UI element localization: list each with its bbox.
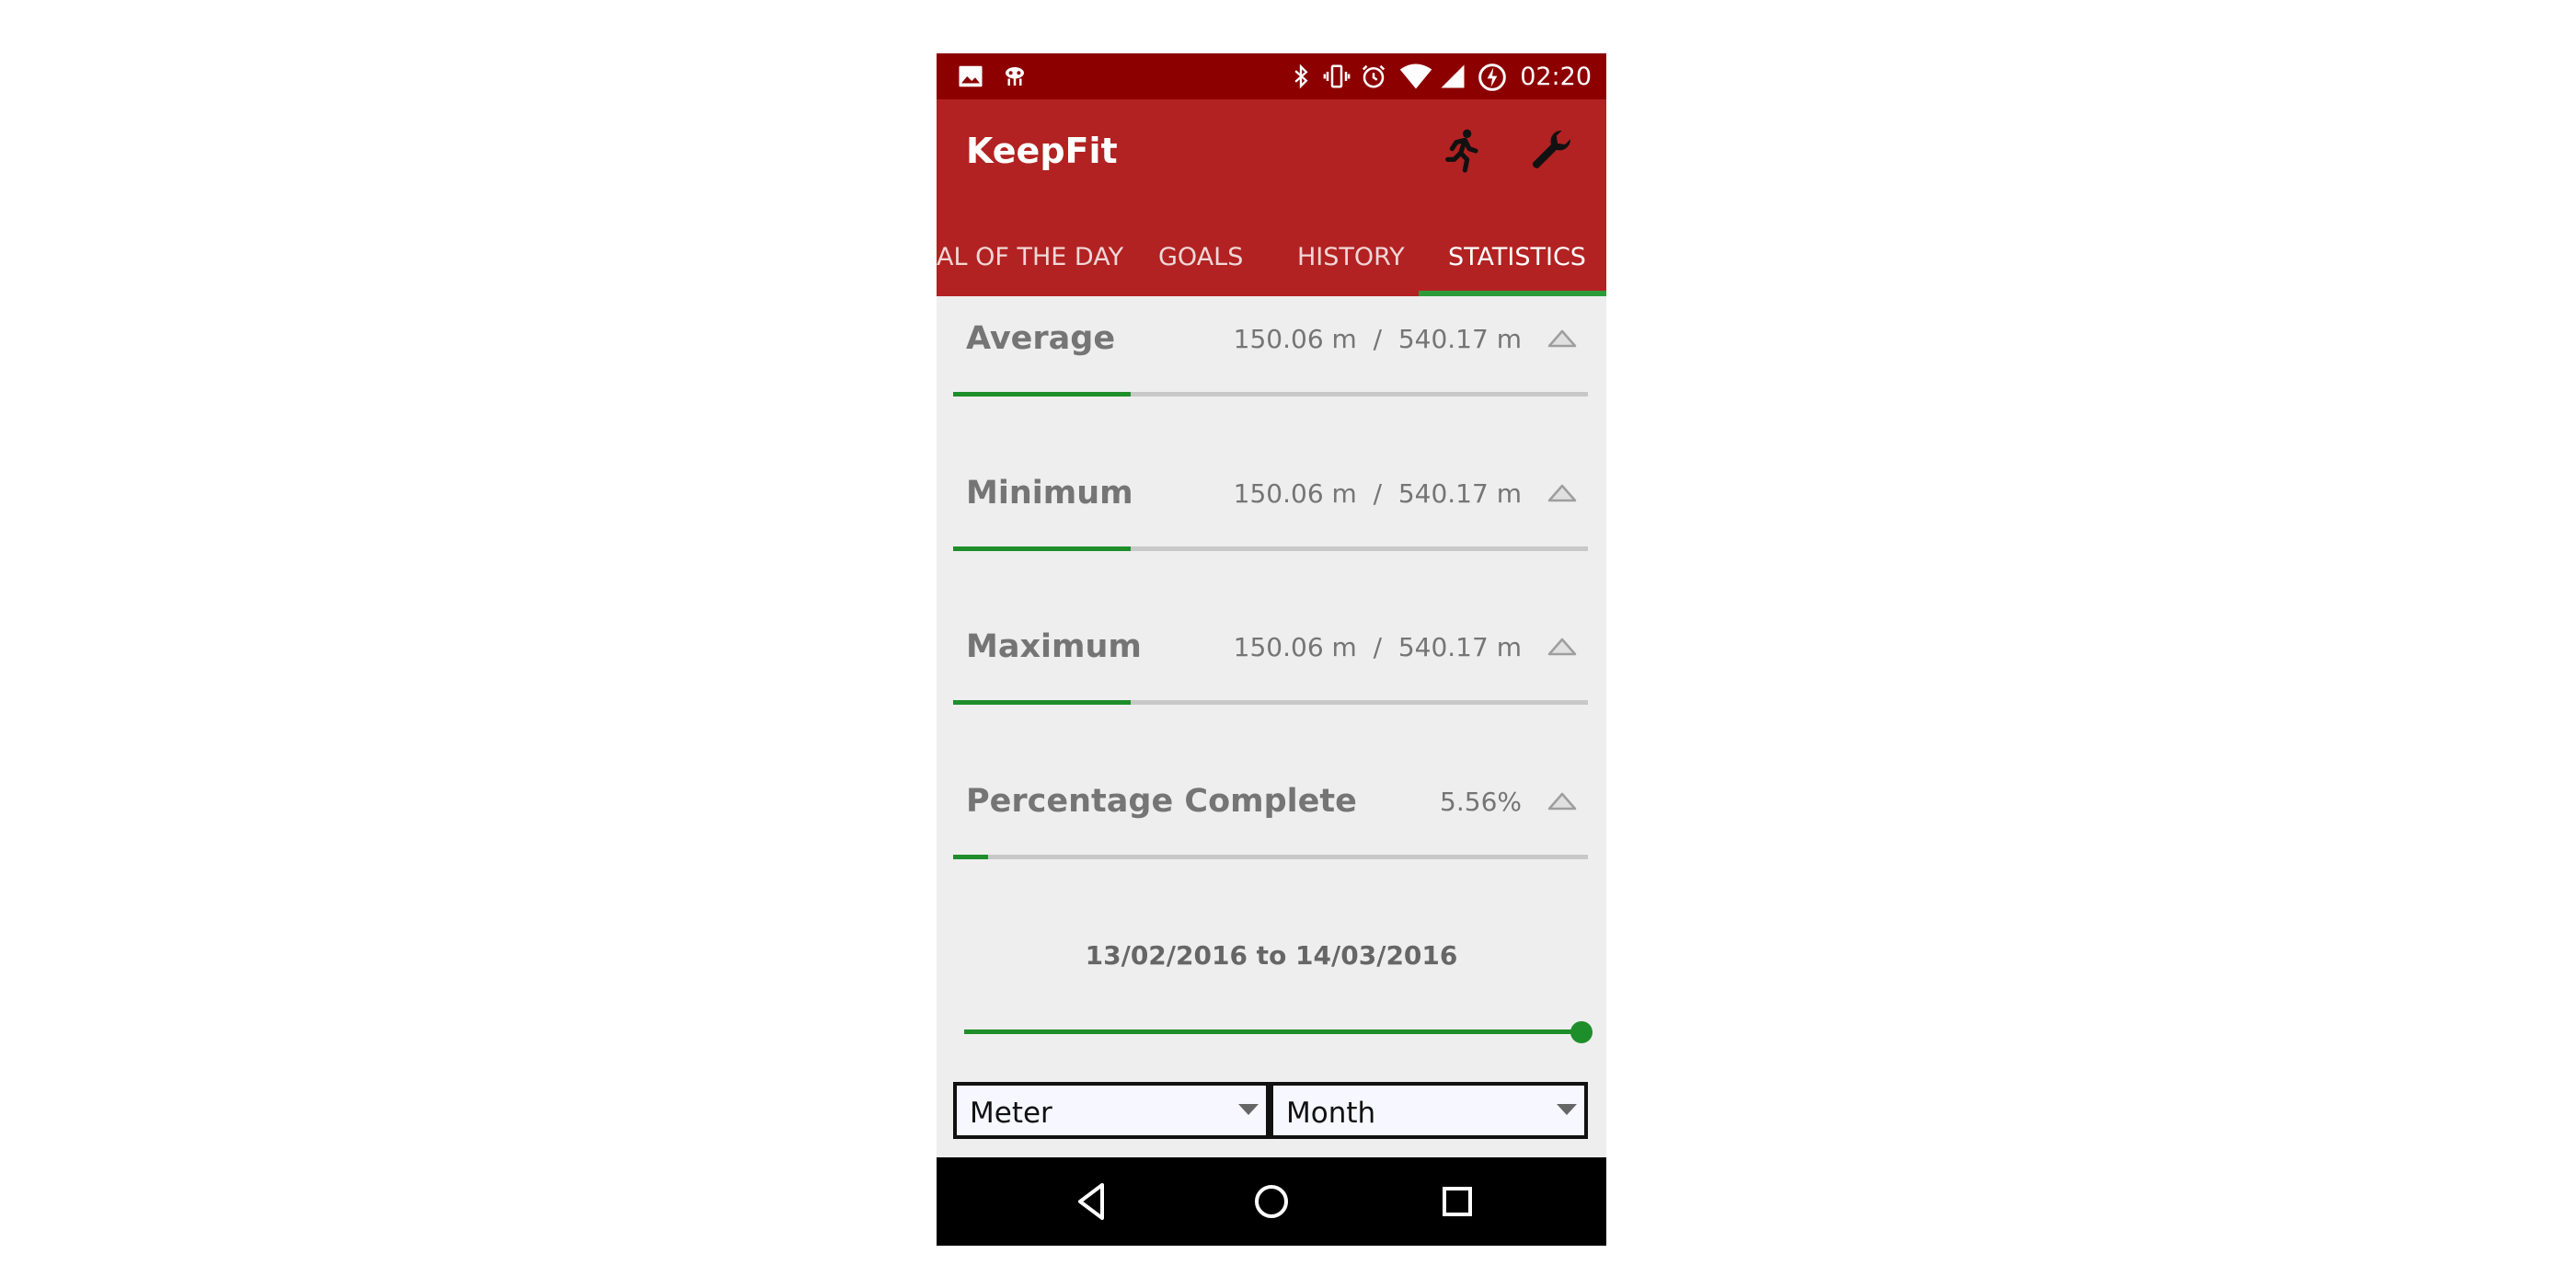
tab-indicator [1419,291,1606,296]
slider-thumb[interactable] [1570,1021,1593,1043]
stat-value: 5.56% [1440,787,1522,817]
wifi-icon [1399,63,1432,89]
progress-fill [953,700,1132,705]
progress-fill [953,392,1132,397]
progress-bar [953,855,1588,859]
recents-icon[interactable] [1435,1179,1479,1224]
android-debug-icon [1006,67,1024,86]
wrench-icon[interactable] [1525,125,1577,177]
expand-caret-icon[interactable] [1546,632,1579,660]
image-notification-icon [959,65,983,87]
tab-goals[interactable]: GOALS [1158,219,1243,296]
period-dropdown[interactable]: Month [1270,1082,1588,1139]
tab-history[interactable]: HISTORY [1297,219,1405,296]
status-time: 02:20 [1520,63,1592,91]
phone-screen: 02:20 KeepFit AL OF THE DAY GOALS HISTOR… [937,53,1606,1246]
expand-caret-icon[interactable] [1546,787,1579,814]
stat-label: Average [966,320,1116,357]
app-bar: KeepFit AL OF THE DAY GOALS HISTORY STAT… [937,99,1606,296]
stat-label: Percentage Complete [966,783,1357,820]
stat-label: Minimum [966,475,1133,512]
progress-bar [953,700,1588,705]
dropdown-arrow-icon [1557,1104,1577,1115]
tab-goal-of-the-day[interactable]: AL OF THE DAY [937,219,1123,296]
alarm-icon [1362,64,1386,88]
date-range-slider[interactable] [964,1029,1581,1034]
stat-percentage-complete: Percentage Complete 5.56% [937,761,1606,915]
stat-value: 150.06 m / 540.17 m [1233,324,1522,354]
stat-average: Average 150.06 m / 540.17 m [937,298,1606,453]
tab-statistics[interactable]: STATISTICS [1448,219,1586,296]
running-man-icon[interactable] [1437,125,1489,177]
stat-minimum: Minimum 150.06 m / 540.17 m [937,453,1606,607]
dropdown-arrow-icon [1238,1104,1259,1115]
progress-fill [953,546,1132,551]
stat-label: Maximum [966,628,1142,665]
bluetooth-icon [1294,63,1308,89]
app-title: KeepFit [966,131,1118,171]
home-icon[interactable] [1249,1179,1294,1224]
cell-signal-icon [1441,64,1465,88]
progress-bar [953,546,1588,551]
vibrate-icon [1323,64,1351,88]
expand-caret-icon[interactable] [1546,324,1579,351]
battery-charging-icon [1478,63,1506,91]
unit-dropdown[interactable]: Meter [953,1082,1270,1139]
period-dropdown-value: Month [1286,1097,1376,1130]
stat-value: 150.06 m / 540.17 m [1233,478,1522,509]
unit-dropdown-value: Meter [970,1097,1052,1130]
tab-bar: AL OF THE DAY GOALS HISTORY STATISTICS [937,219,1606,296]
navigation-bar [937,1157,1606,1246]
progress-bar [953,392,1588,397]
date-range-label: 13/02/2016 to 14/03/2016 [1085,940,1458,971]
expand-caret-icon[interactable] [1546,478,1579,506]
status-bar: 02:20 [937,53,1606,99]
progress-fill [953,855,989,859]
stat-value: 150.06 m / 540.17 m [1233,632,1522,662]
back-icon[interactable] [1069,1179,1113,1224]
stat-maximum: Maximum 150.06 m / 540.17 m [937,606,1606,761]
